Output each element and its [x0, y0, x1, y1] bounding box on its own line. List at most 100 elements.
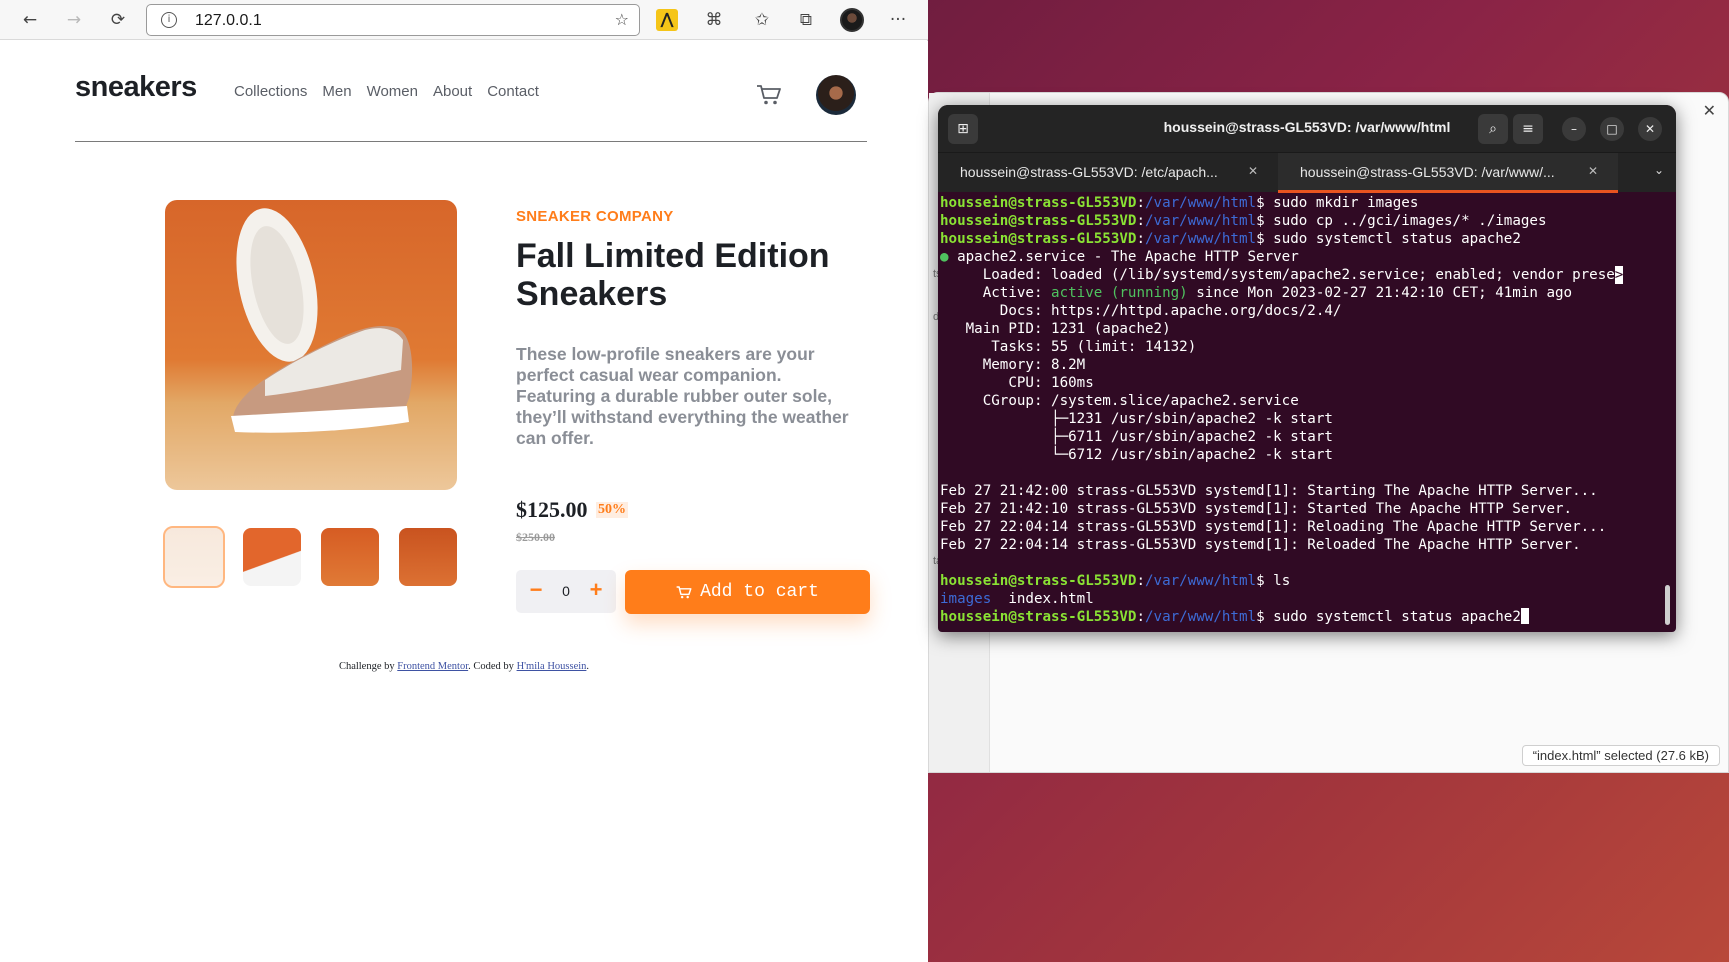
- terminal-tab-1[interactable]: houssein@strass-GL553VD: /etc/apach... ✕: [938, 153, 1278, 193]
- terminal-line: houssein@strass-GL553VD:/var/www/html$ l…: [940, 572, 1676, 590]
- current-price: $125.00: [516, 497, 588, 522]
- terminal-text: active (running): [1051, 285, 1188, 301]
- info-icon[interactable]: i: [161, 12, 177, 28]
- terminal-text: :: [1136, 231, 1146, 247]
- extension-icon[interactable]: ⋀: [656, 9, 678, 31]
- status-dot-icon: ●: [940, 249, 949, 265]
- terminal-text: index.html: [991, 591, 1094, 607]
- extensions-puzzle-icon[interactable]: ⌘: [700, 6, 728, 34]
- thumbnail-1[interactable]: [163, 526, 225, 588]
- tab-close-icon[interactable]: ✕: [1248, 164, 1258, 178]
- terminal-text: /var/www/html: [1145, 213, 1257, 229]
- close-icon[interactable]: ✕: [1703, 101, 1716, 120]
- site-logo[interactable]: sneakers: [75, 71, 197, 104]
- terminal-line: Main PID: 1231 (apache2): [940, 321, 1171, 337]
- sneaker-illustration: [231, 208, 413, 433]
- browser-toolbar: ← → ⟳ i 127.0.0.1 ☆ ⋀ ⌘ ✩ ⧉ ···: [0, 0, 928, 40]
- nav-contact[interactable]: Contact: [487, 83, 539, 100]
- terminal-text: sudo cp ../gci/images/* ./images: [1273, 213, 1547, 229]
- author-link[interactable]: H'mila Houssein: [517, 661, 587, 672]
- terminal-text: :: [1136, 213, 1146, 229]
- product-main-image[interactable]: [165, 200, 457, 490]
- hamburger-menu-icon[interactable]: ≡: [1513, 114, 1543, 144]
- terminal-text: Loaded: loaded (/lib/systemd/system/apac…: [940, 267, 1615, 283]
- reload-icon[interactable]: ⟳: [104, 6, 132, 34]
- frontend-mentor-link[interactable]: Frontend Mentor: [397, 661, 468, 672]
- terminal-line: Feb 27 22:04:14 strass-GL553VD systemd[1…: [940, 519, 1607, 535]
- footer-text: . Coded by: [468, 661, 517, 672]
- terminal-text: /var/www/html: [1145, 195, 1257, 211]
- decrease-quantity-button[interactable]: −: [524, 578, 548, 604]
- thumbnail-2[interactable]: [243, 528, 301, 586]
- maximize-icon[interactable]: □: [1600, 117, 1624, 141]
- cart-icon[interactable]: [756, 84, 782, 106]
- terminal-header: ⊞ houssein@strass-GL553VD: /var/www/html…: [938, 105, 1676, 152]
- terminal-text: :: [1136, 573, 1146, 589]
- terminal-text: since Mon 2023-02-27 21:42:10 CET; 41min…: [1187, 285, 1573, 301]
- tab-close-icon[interactable]: ✕: [1588, 164, 1598, 178]
- close-icon[interactable]: ✕: [1638, 117, 1662, 141]
- company-label: SNEAKER COMPANY: [516, 208, 674, 225]
- terminal-output[interactable]: houssein@strass-GL553VD:/var/www/html$ s…: [938, 194, 1676, 632]
- url-text[interactable]: 127.0.0.1: [195, 12, 262, 30]
- address-bar[interactable]: i 127.0.0.1 ☆: [146, 4, 640, 36]
- tab-label: houssein@strass-GL553VD: /var/www/...: [1300, 164, 1555, 180]
- nav-about[interactable]: About: [433, 83, 472, 100]
- nav-collections[interactable]: Collections: [234, 83, 307, 100]
- terminal-text: houssein@strass-GL553VD: [940, 195, 1137, 211]
- discount-badge: 50%: [596, 502, 628, 518]
- terminal-line: Docs: https://httpd.apache.org/docs/2.4/: [940, 303, 1342, 319]
- thumbnail-4[interactable]: [399, 528, 457, 586]
- terminal-tabs: houssein@strass-GL553VD: /etc/apach... ✕…: [938, 152, 1676, 193]
- main-nav: Collections Men Women About Contact: [234, 83, 539, 100]
- add-favorite-icon[interactable]: ☆: [615, 10, 629, 29]
- terminal-line: ● apache2.service - The Apache HTTP Serv…: [940, 248, 1676, 266]
- collections-icon[interactable]: ⧉: [792, 6, 820, 34]
- back-icon[interactable]: ←: [16, 6, 44, 34]
- minimize-icon[interactable]: –: [1562, 117, 1586, 141]
- terminal-line: └─6712 /usr/sbin/apache2 -k start: [940, 447, 1333, 463]
- chevron-down-icon[interactable]: ⌄: [1654, 163, 1664, 177]
- terminal-line: Tasks: 55 (limit: 14132): [940, 339, 1197, 355]
- terminal-text: houssein@strass-GL553VD: [940, 213, 1137, 229]
- terminal-line: Memory: 8.2M: [940, 357, 1086, 373]
- terminal-text: :: [1136, 195, 1146, 211]
- increase-quantity-button[interactable]: +: [584, 578, 608, 604]
- quantity-stepper: − 0 +: [516, 570, 616, 613]
- add-to-cart-button[interactable]: Add to cart: [625, 570, 870, 614]
- web-page: sneakers Collections Men Women About Con…: [0, 41, 928, 962]
- terminal-text: houssein@strass-GL553VD: [940, 609, 1137, 625]
- nav-women[interactable]: Women: [367, 83, 418, 100]
- attribution-footer: Challenge by Frontend Mentor. Coded by H…: [0, 661, 928, 672]
- more-menu-icon[interactable]: ···: [884, 6, 912, 34]
- search-icon[interactable]: ⌕: [1478, 114, 1508, 144]
- favorites-icon[interactable]: ✩: [748, 6, 776, 34]
- terminal-line: Active: active (running) since Mon 2023-…: [940, 284, 1676, 302]
- text-cursor: [1520, 608, 1529, 624]
- terminal-line: ├─1231 /usr/sbin/apache2 -k start: [940, 411, 1333, 427]
- terminal-scrollbar[interactable]: [1665, 585, 1670, 625]
- product-description: These low-profile sneakers are your perf…: [516, 344, 849, 448]
- nav-men[interactable]: Men: [322, 83, 351, 100]
- terminal-line: images index.html: [940, 590, 1676, 608]
- cart-icon: [676, 585, 692, 598]
- thumbnail-3[interactable]: [321, 528, 379, 586]
- terminal-line: Feb 27 21:42:00 strass-GL553VD systemd[1…: [940, 483, 1598, 499]
- product-title: Fall Limited Edition Sneakers: [516, 237, 830, 313]
- terminal-text: images: [940, 591, 992, 607]
- terminal-line: Feb 27 21:42:10 strass-GL553VD systemd[1…: [940, 501, 1573, 517]
- header-divider: [75, 141, 867, 142]
- terminal-text: /var/www/html: [1145, 609, 1257, 625]
- forward-icon[interactable]: →: [60, 6, 88, 34]
- user-avatar[interactable]: [816, 75, 856, 115]
- terminal-tab-2[interactable]: houssein@strass-GL553VD: /var/www/... ✕: [1278, 153, 1618, 193]
- terminal-line: ├─6711 /usr/sbin/apache2 -k start: [940, 429, 1333, 445]
- terminal-line: CGroup: /system.slice/apache2.service: [940, 393, 1299, 409]
- terminal-line: CPU: 160ms: [940, 375, 1094, 391]
- profile-avatar-icon[interactable]: [840, 8, 864, 32]
- footer-text: Challenge by: [338, 661, 398, 672]
- terminal-text: :: [1136, 609, 1146, 625]
- original-price: $250.00: [516, 530, 555, 544]
- terminal-line: houssein@strass-GL553VD:/var/www/html$ s…: [940, 212, 1676, 230]
